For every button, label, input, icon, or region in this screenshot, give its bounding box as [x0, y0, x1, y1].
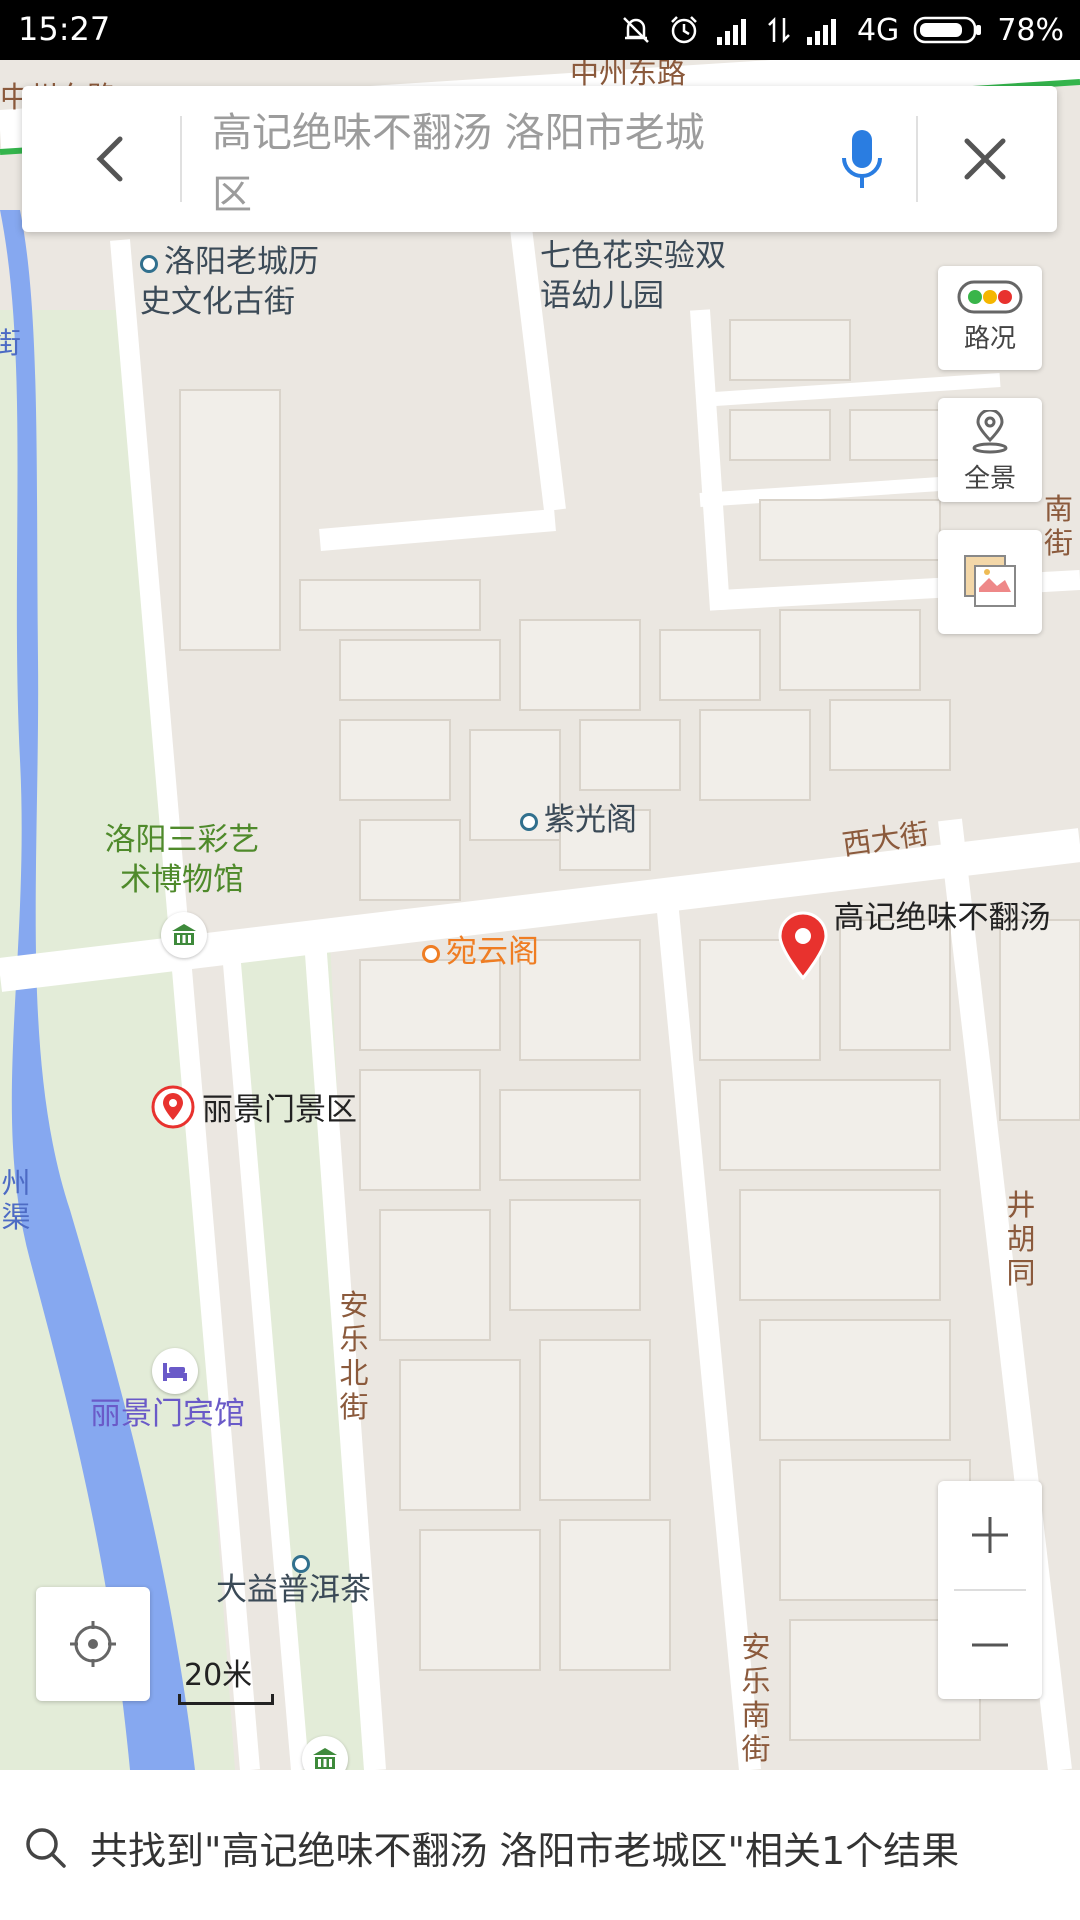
poi-kindergarten[interactable]: 七色花实验双语幼儿园: [540, 236, 730, 316]
street-jinghu: 井胡同: [1006, 1188, 1036, 1290]
zoom-out-button[interactable]: [938, 1591, 1042, 1699]
data-transfer-icon: [768, 16, 790, 44]
plus-icon: [972, 1517, 1008, 1553]
mute-bell-icon: [623, 17, 649, 43]
back-arrow-icon: [96, 136, 123, 182]
signal-2-icon: [806, 19, 836, 45]
status-time: 15:27: [18, 10, 111, 48]
street-anle-nan: 安乐南街: [741, 1630, 771, 1766]
voice-search-button[interactable]: [832, 126, 892, 196]
poi-dot-icon: [140, 254, 158, 273]
poi-old-street[interactable]: 洛阳老城历史文化古街: [140, 242, 340, 322]
panorama-button[interactable]: 全景: [938, 398, 1042, 502]
mic-icon: [842, 130, 882, 188]
panorama-label: 全景: [963, 464, 1016, 494]
search-input[interactable]: 高记绝味不翻汤 洛阳市老城区: [212, 102, 712, 226]
result-bar[interactable]: 共找到"高记绝味不翻汤 洛阳市老城区"相关1个结果: [0, 1770, 1080, 1920]
poi-museum[interactable]: 洛阳三彩艺术博物馆: [92, 820, 272, 900]
search-icon: [26, 1828, 66, 1868]
traffic-label: 路况: [963, 324, 1016, 354]
poi-lijingmen-scenic[interactable]: 丽景门景区: [202, 1090, 357, 1130]
search-card: 高记绝味不翻汤 洛阳市老城区: [22, 86, 1057, 232]
battery-icon: [914, 16, 982, 44]
map-scale: 20米: [178, 1650, 274, 1705]
result-summary: 共找到"高记绝味不翻汤 洛阳市老城区"相关1个结果: [90, 1829, 960, 1873]
divider: [180, 116, 182, 202]
close-icon: [964, 138, 1006, 180]
traffic-light-icon: [957, 280, 1023, 314]
street-right-nan: 南: [1044, 492, 1074, 526]
scenic-pin-icon[interactable]: [150, 1084, 196, 1134]
map-view[interactable]: 洛阳老城历史文化古街 七色花实验双语幼儿园 紫光阁 洛阳三彩艺术博物馆 宛云阁 …: [0, 60, 1080, 1770]
target-pin-icon[interactable]: [776, 910, 830, 981]
scale-bar: [178, 1694, 274, 1705]
back-button[interactable]: [82, 129, 142, 189]
clear-search-button[interactable]: [957, 131, 1013, 187]
status-bar: 15:27 4G 78%: [0, 0, 1080, 60]
traffic-button[interactable]: 路况: [938, 266, 1042, 370]
poi-hotel[interactable]: 丽景门宾馆: [90, 1394, 245, 1434]
status-icons: 4G 78%: [619, 10, 1064, 50]
locate-me-button[interactable]: [36, 1587, 150, 1701]
alarm-icon: [671, 16, 697, 44]
crosshair-icon: [70, 1621, 116, 1667]
poi-wanyun[interactable]: 宛云阁: [422, 932, 539, 972]
museum-icon[interactable]: [161, 912, 207, 958]
poi-dot-icon: [520, 812, 538, 831]
signal-1-icon: [716, 19, 746, 45]
map-layers-button[interactable]: [938, 530, 1042, 634]
poi-tea[interactable]: 大益普洱茶: [216, 1570, 371, 1610]
poi-ziguang[interactable]: 紫光阁: [520, 800, 637, 840]
poi-target[interactable]: 高记绝味不翻汤: [832, 898, 1052, 938]
divider: [916, 116, 918, 202]
panorama-pin-icon: [972, 408, 1008, 454]
map-layers-icon: [964, 555, 1016, 607]
hotel-icon[interactable]: [152, 1348, 198, 1394]
scale-label: 20米: [184, 1658, 253, 1693]
poi-dot-icon: [422, 944, 440, 963]
minus-icon: [972, 1643, 1008, 1647]
street-right-jie: 街: [1044, 526, 1074, 560]
street-zhouqu: 州渠: [1, 1166, 31, 1234]
street-left-edge: 街: [0, 326, 22, 360]
zoom-in-button[interactable]: [938, 1481, 1042, 1589]
network-type: 4G: [856, 12, 900, 48]
street-anle-bei: 安乐北街: [339, 1288, 369, 1424]
battery-percent: 78%: [997, 12, 1064, 48]
zoom-control: [938, 1481, 1042, 1699]
